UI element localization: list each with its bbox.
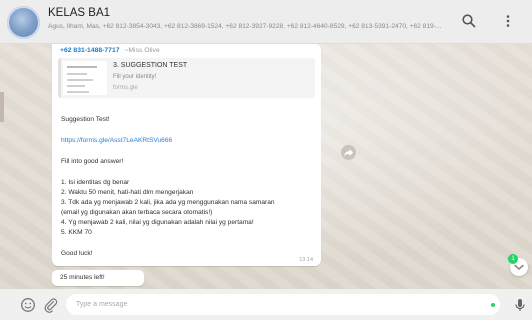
unread-badge: 1 bbox=[508, 254, 518, 264]
link-preview-thumbnail bbox=[63, 61, 107, 95]
forward-button[interactable] bbox=[341, 145, 356, 160]
chat-header[interactable]: KELAS BA1 Agus, Ilham, Mas, +62 812-3854… bbox=[0, 0, 532, 44]
paperclip-icon[interactable] bbox=[43, 297, 59, 313]
sender-phone[interactable]: +62 831-1488-7717 bbox=[60, 47, 120, 54]
message-line: Suggestion Test! bbox=[61, 116, 110, 123]
message-line: 5. KKM 70 bbox=[61, 229, 92, 236]
side-edge bbox=[0, 92, 4, 122]
sender-alias: ~Miss Olive bbox=[124, 47, 160, 54]
message-bubble[interactable]: 25 minutes left! bbox=[52, 270, 144, 286]
message-line: 2. Waktu 50 menit, hati-hati dlm mengerj… bbox=[61, 189, 194, 196]
link-preview-title: 3. SUGGESTION TEST bbox=[113, 62, 188, 69]
chat-members: Agus, Ilham, Mas, +62 812-3854-3043, +62… bbox=[48, 23, 442, 30]
link-preview-description: Fill your identity! bbox=[113, 74, 157, 80]
message-line: 4. Yg menjawab 2 kali, nilai yg digunaka… bbox=[61, 219, 254, 226]
message-composer bbox=[0, 289, 532, 320]
microphone-icon[interactable] bbox=[512, 297, 528, 313]
message-line: 3. Tdk ada yg menjawab 2 kali, jika ada … bbox=[61, 199, 275, 206]
link-preview-site: forms.gle bbox=[113, 85, 138, 91]
message-line: (email yg digunakan akan terbaca secara … bbox=[61, 209, 213, 216]
emoji-icon[interactable] bbox=[20, 297, 36, 313]
forward-icon bbox=[344, 149, 353, 157]
message-line: Good luck! bbox=[61, 250, 93, 257]
message-line: Fill into good answer! bbox=[61, 158, 124, 165]
message-sender[interactable]: +62 831-1488-7717 ~Miss Olive bbox=[60, 47, 160, 54]
message-timestamp: 13.14 bbox=[299, 257, 313, 263]
search-icon[interactable] bbox=[461, 13, 477, 29]
group-avatar[interactable] bbox=[7, 6, 40, 39]
more-vertical-icon[interactable] bbox=[500, 13, 516, 29]
status-indicator bbox=[491, 303, 495, 307]
message-link[interactable]: https://forms.gle/Asst7LeAKRtSVu666 bbox=[61, 137, 172, 144]
message-input[interactable] bbox=[66, 294, 500, 315]
message-line: 1. Isi identitas dg benar bbox=[61, 179, 130, 186]
link-preview[interactable]: 3. SUGGESTION TEST Fill your identity! f… bbox=[58, 58, 315, 98]
message-bubble[interactable]: +62 831-1488-7717 ~Miss Olive 3. SUGGEST… bbox=[52, 44, 321, 266]
message-text: 25 minutes left! bbox=[60, 274, 105, 281]
chat-title[interactable]: KELAS BA1 bbox=[48, 7, 110, 19]
